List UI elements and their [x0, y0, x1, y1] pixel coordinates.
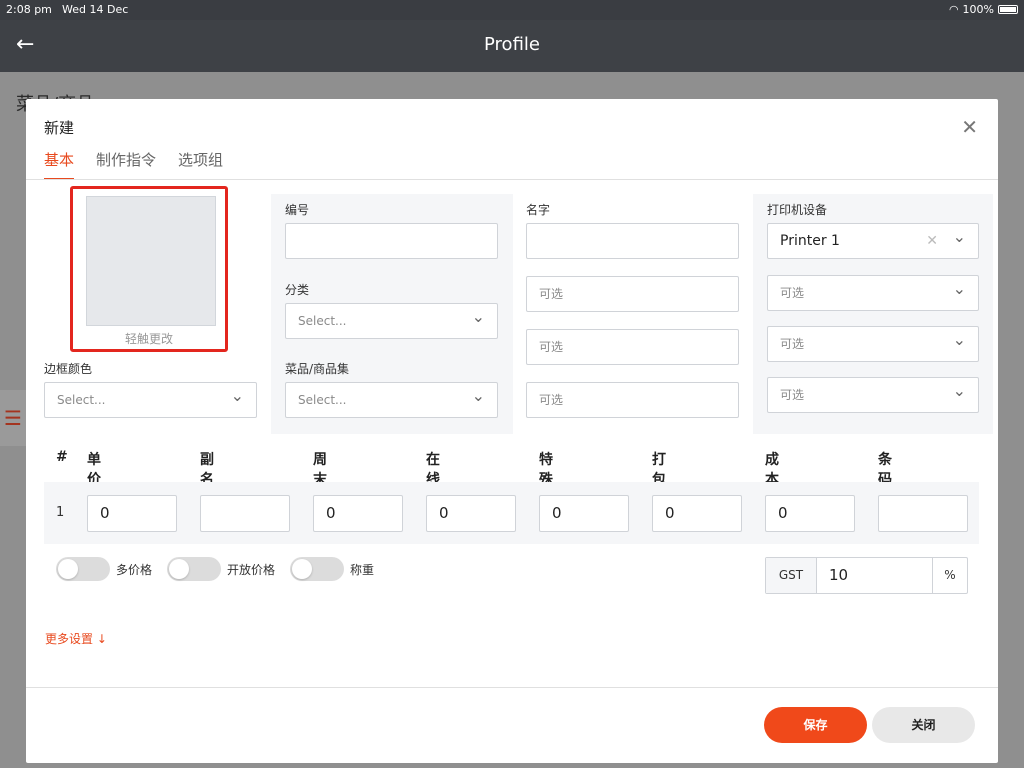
- footer-divider: [26, 687, 998, 688]
- menu-icon[interactable]: ☰: [0, 390, 26, 446]
- more-settings-link[interactable]: 更多设置 ↓: [45, 630, 107, 647]
- gst-field: GST 10 %: [765, 557, 968, 594]
- printer-optional-select-3[interactable]: 可选: [767, 374, 979, 413]
- status-time: 2:08 pm: [6, 3, 52, 16]
- price-input[interactable]: 0: [87, 495, 177, 532]
- status-bar: 2:08 pm Wed 14 Dec ◠ 100%: [0, 0, 1024, 20]
- special-price-input[interactable]: 0: [539, 495, 629, 532]
- printer-optional-select-2[interactable]: 可选: [767, 323, 979, 362]
- row-index: 1: [56, 505, 65, 520]
- name-label: 名字: [526, 203, 551, 217]
- close-icon[interactable]: ✕: [961, 115, 978, 139]
- cost-input[interactable]: 0: [765, 495, 855, 532]
- printer-label: 打印机设备: [767, 203, 828, 217]
- multi-price-switch[interactable]: [56, 557, 110, 581]
- printer-optional-select-1[interactable]: 可选: [767, 272, 979, 311]
- online-price-input[interactable]: 0: [426, 495, 516, 532]
- save-button[interactable]: 保存: [764, 707, 867, 743]
- printer-select[interactable]: Printer 1 ✕: [767, 220, 979, 259]
- multi-price-label: 多价格: [116, 562, 153, 577]
- weekend-price-input[interactable]: 0: [313, 495, 403, 532]
- sub-name-input[interactable]: [200, 495, 290, 532]
- barcode-input[interactable]: [878, 495, 968, 532]
- border-color-label: 边框颜色: [44, 362, 93, 376]
- gst-input[interactable]: 10: [817, 558, 932, 593]
- tab-basic[interactable]: 基本: [44, 149, 75, 180]
- printer-value: Printer 1: [780, 233, 840, 249]
- code-input[interactable]: [285, 223, 498, 259]
- name-optional-input-1[interactable]: 可选: [526, 276, 739, 312]
- name-optional-input-2[interactable]: 可选: [526, 329, 739, 365]
- border-color-select[interactable]: Select...: [44, 379, 257, 418]
- gst-label: GST: [766, 558, 817, 593]
- modal-tabs: 基本 制作指令 选项组: [44, 149, 223, 180]
- tab-preparation[interactable]: 制作指令: [96, 149, 156, 180]
- battery-icon: [998, 5, 1018, 14]
- page-title: Profile: [484, 34, 540, 55]
- name-optional-input-3[interactable]: 可选: [526, 382, 739, 418]
- code-label: 编号: [285, 203, 310, 217]
- category-select[interactable]: Select...: [285, 300, 498, 339]
- table-row: 1 0 0 0 0 0 0: [44, 482, 979, 544]
- status-date: Wed 14 Dec: [62, 3, 129, 16]
- name-input[interactable]: [526, 223, 739, 259]
- status-right: ◠ 100%: [949, 3, 1018, 16]
- wifi-icon: ◠: [948, 3, 959, 16]
- item-image-placeholder[interactable]: [86, 196, 216, 326]
- open-price-label: 开放价格: [227, 562, 276, 577]
- tap-to-change-label[interactable]: 轻触更改: [73, 330, 225, 347]
- item-set-select[interactable]: Select...: [285, 379, 498, 418]
- gst-unit: %: [932, 558, 967, 593]
- close-button[interactable]: 关闭: [872, 707, 975, 743]
- toggle-weighing[interactable]: 称重: [290, 557, 374, 581]
- new-item-modal: 新建 ✕ 基本 制作指令 选项组 轻触更改 边框颜色 Select... 编号 …: [26, 99, 998, 763]
- modal-title: 新建: [44, 119, 75, 137]
- toggle-multi-price[interactable]: 多价格: [56, 557, 152, 581]
- packing-fee-input[interactable]: 0: [652, 495, 742, 532]
- weighing-switch[interactable]: [290, 557, 344, 581]
- app-bar: ← Profile: [0, 20, 1024, 72]
- col-index: #: [56, 449, 68, 465]
- tab-option-groups[interactable]: 选项组: [178, 149, 223, 180]
- toggle-open-price[interactable]: 开放价格: [167, 557, 275, 581]
- category-label: 分类: [285, 283, 310, 297]
- battery-percent: 100%: [962, 3, 994, 16]
- weighing-label: 称重: [350, 562, 375, 577]
- item-set-label: 菜品/商品集: [285, 362, 350, 376]
- open-price-switch[interactable]: [167, 557, 221, 581]
- clear-icon[interactable]: ✕: [926, 224, 938, 258]
- tabs-divider: [26, 179, 998, 180]
- image-highlight: 轻触更改: [70, 186, 228, 352]
